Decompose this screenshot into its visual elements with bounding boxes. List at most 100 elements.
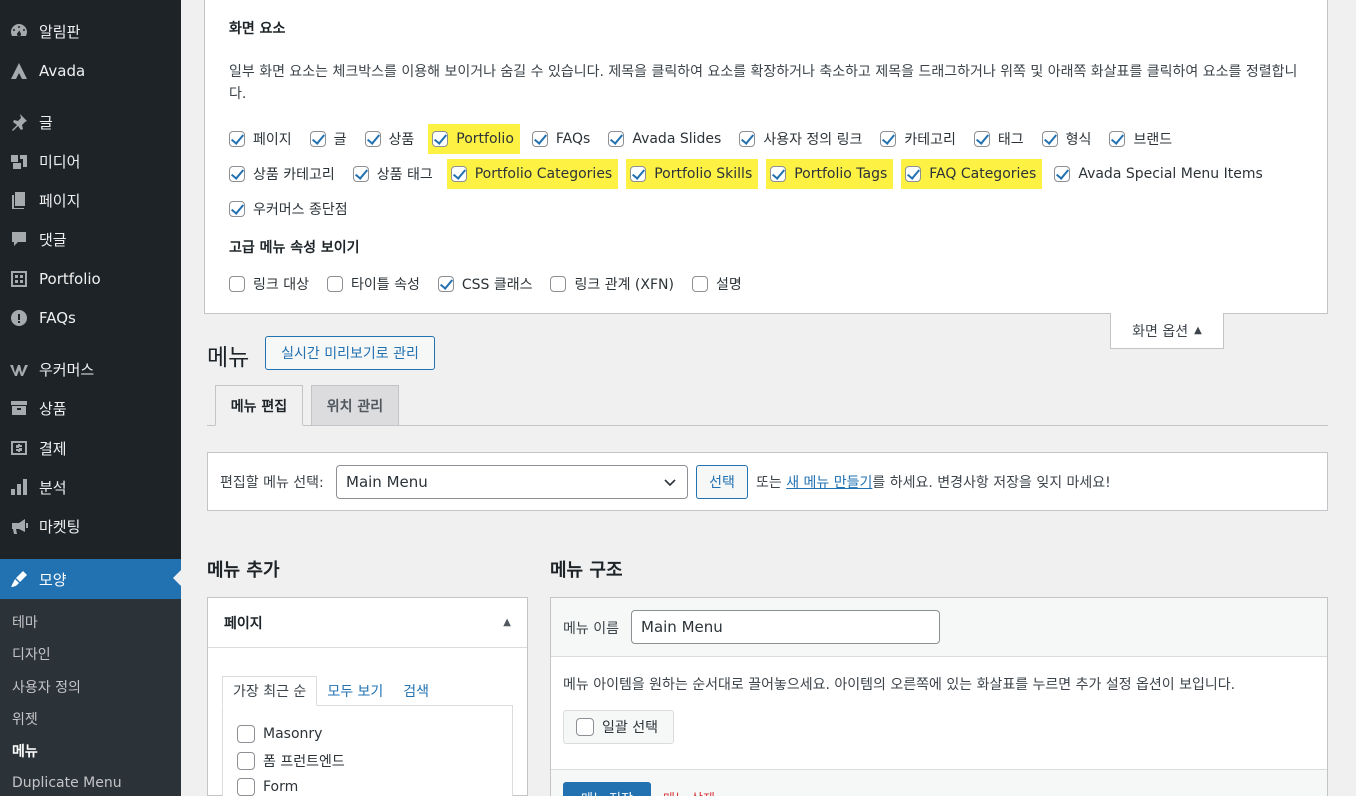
sidebar-item-marketing[interactable]: 마켓팅 xyxy=(0,507,181,545)
checkbox-unchecked[interactable] xyxy=(326,276,343,292)
sidebar-item-posts[interactable]: 글 xyxy=(0,103,181,141)
screen-option-checkbox[interactable]: FAQ Categories xyxy=(901,159,1043,189)
sidebar-item-appearance[interactable]: 모양 xyxy=(0,559,181,599)
screen-option-checkbox[interactable]: 상품 태그 xyxy=(352,162,433,186)
create-new-menu-link[interactable]: 새 메뉴 만들기 xyxy=(786,475,872,491)
screen-option-checkbox[interactable]: 브랜드 xyxy=(1109,127,1172,151)
menu-name-input[interactable]: Main Menu xyxy=(631,610,940,644)
checkbox[interactable] xyxy=(237,752,255,770)
checkbox[interactable] xyxy=(237,778,255,796)
screen-option-checkbox[interactable]: 타이틀 속성 xyxy=(326,272,420,296)
checkbox[interactable] xyxy=(576,718,594,736)
tab-search[interactable]: 검색 xyxy=(393,676,439,706)
submenu-item-themes[interactable]: 테마 xyxy=(12,612,38,632)
checkbox-checked[interactable] xyxy=(770,166,787,182)
sidebar-item-portfolio[interactable]: Portfolio xyxy=(0,260,181,298)
screen-option-checkbox[interactable]: Portfolio Skills xyxy=(626,159,759,189)
bulk-select-label: 일괄 선택 xyxy=(602,720,658,736)
screen-option-checkbox[interactable]: FAQs xyxy=(531,127,590,151)
bulk-select-button[interactable]: 일괄 선택 xyxy=(563,710,674,744)
screen-options-toggle[interactable]: 화면 옵션 ▲ xyxy=(1110,313,1224,349)
save-menu-button[interactable]: 메뉴 저장 xyxy=(563,782,651,796)
screen-option-checkbox[interactable]: 우커머스 종단점 xyxy=(229,197,348,221)
sidebar-item-faqs[interactable]: FAQs xyxy=(0,299,181,337)
checkbox-label: 우커머스 종단점 xyxy=(253,202,348,218)
checkbox-checked[interactable] xyxy=(739,131,756,147)
sidebar-item-avada[interactable]: Avada xyxy=(0,52,181,90)
screen-option-checkbox[interactable]: 상품 xyxy=(364,127,414,151)
sidebar-item-comments[interactable]: 댓글 xyxy=(0,220,181,258)
select-menu-button[interactable]: 선택 xyxy=(696,465,748,499)
checkbox-checked[interactable] xyxy=(229,201,245,217)
checkbox-checked[interactable] xyxy=(352,166,369,182)
screen-option-checkbox[interactable]: Avada Slides xyxy=(608,127,721,151)
screen-option-checkbox[interactable]: Avada Special Menu Items xyxy=(1054,162,1263,186)
screen-option-checkbox[interactable]: 태그 xyxy=(973,127,1024,151)
list-item[interactable]: 폼 프런트엔드 xyxy=(237,751,345,771)
checkbox-label: 상품 카테고리 xyxy=(253,167,335,183)
submenu-item-design[interactable]: 디자인 xyxy=(12,644,51,664)
screen-option-checkbox[interactable]: 글 xyxy=(309,127,347,151)
list-item[interactable]: Form xyxy=(237,778,298,796)
checkbox-unchecked[interactable] xyxy=(691,276,708,292)
checkbox-checked[interactable] xyxy=(531,131,548,147)
sidebar-item-pages[interactable]: 페이지 xyxy=(0,181,181,219)
menu-select-dropdown[interactable]: Main Menu xyxy=(336,465,688,499)
sidebar-item-media[interactable]: 미디어 xyxy=(0,142,181,180)
checkbox-checked[interactable] xyxy=(229,131,245,147)
checkbox-checked[interactable] xyxy=(630,166,647,182)
checkbox-checked[interactable] xyxy=(364,131,381,147)
screen-option-checkbox[interactable]: Portfolio Tags xyxy=(766,159,894,189)
screen-option-checkbox[interactable]: Portfolio xyxy=(428,124,520,154)
menu-select-bar: 편집할 메뉴 선택: Main Menu 선택 또는 새 메뉴 만들기를 하세요… xyxy=(207,452,1328,511)
list-item[interactable]: Masonry xyxy=(237,725,322,743)
screen-option-checkbox[interactable]: 사용자 정의 링크 xyxy=(739,127,862,151)
live-preview-button[interactable]: 실시간 미리보기로 관리 xyxy=(265,336,435,370)
screen-option-checkbox[interactable]: 카테고리 xyxy=(880,127,956,151)
sidebar-item-woocommerce[interactable]: 우커머스 xyxy=(0,350,181,388)
submenu-item-widgets[interactable]: 위젯 xyxy=(12,709,38,729)
screen-option-checkbox[interactable]: CSS 클래스 xyxy=(437,272,532,296)
screen-option-checkbox[interactable]: Portfolio Categories xyxy=(446,159,619,189)
checkbox-checked[interactable] xyxy=(309,131,326,147)
checkbox[interactable] xyxy=(237,725,255,743)
checkbox-checked[interactable] xyxy=(432,131,449,147)
screen-option-checkbox[interactable]: 링크 관계 (XFN) xyxy=(550,272,674,296)
delete-menu-link[interactable]: 메뉴 삭제 xyxy=(663,788,715,796)
checkbox-checked[interactable] xyxy=(880,131,897,147)
checkbox-label: 설명 xyxy=(715,277,742,293)
sidebar-item-payments[interactable]: 결제 xyxy=(0,429,181,467)
pages-accordion-title: 페이지 xyxy=(224,615,263,632)
checkbox-checked[interactable] xyxy=(450,166,467,182)
pages-accordion-header[interactable]: 페이지 ▲ xyxy=(208,598,527,648)
submenu-item-menus[interactable]: 메뉴 xyxy=(12,741,38,761)
create-menu-hint: 또는 새 메뉴 만들기를 하세요. 변경사항 저장을 잊지 마세요! xyxy=(756,472,1111,492)
checkbox-checked[interactable] xyxy=(1054,166,1071,182)
screen-option-checkbox[interactable]: 링크 대상 xyxy=(229,272,309,296)
sidebar-item-analytics[interactable]: 분석 xyxy=(0,468,181,506)
sidebar-item-products[interactable]: 상품 xyxy=(0,389,181,427)
checkbox-unchecked[interactable] xyxy=(229,276,245,292)
screen-option-checkbox[interactable]: 상품 카테고리 xyxy=(229,162,335,186)
checkbox-checked[interactable] xyxy=(608,131,625,147)
tab-edit-menus[interactable]: 메뉴 편집 xyxy=(215,385,303,426)
checkbox-checked[interactable] xyxy=(973,131,990,147)
checkbox-checked[interactable] xyxy=(437,276,454,292)
sidebar-item-dashboard[interactable]: 알림판 xyxy=(0,12,181,50)
screen-option-checkbox[interactable]: 설명 xyxy=(691,272,742,296)
checkbox-unchecked[interactable] xyxy=(550,276,567,292)
submenu-item-duplicate-menu[interactable]: Duplicate Menu xyxy=(12,775,122,791)
checkbox-checked[interactable] xyxy=(229,166,245,182)
checkbox-checked[interactable] xyxy=(1109,131,1126,147)
submenu-item-customize[interactable]: 사용자 정의 xyxy=(12,677,81,697)
menu-structure-description: 메뉴 아이템을 원하는 순서대로 끌어놓으세요. 아이템의 오른쪽에 있는 화살… xyxy=(563,677,1236,693)
tab-manage-locations[interactable]: 위치 관리 xyxy=(311,385,399,426)
checkbox-checked[interactable] xyxy=(905,166,922,182)
tab-most-recent[interactable]: 가장 최근 순 xyxy=(222,676,318,706)
admin-sidebar: 알림판 Avada 글 미디어 페이지 댓글 Portfolio FAQs 우커… xyxy=(0,0,181,796)
screen-option-checkbox[interactable]: 형식 xyxy=(1041,127,1091,151)
triangle-up-icon: ▲ xyxy=(1194,325,1202,336)
checkbox-checked[interactable] xyxy=(1041,131,1058,147)
tab-view-all[interactable]: 모두 보기 xyxy=(317,676,393,706)
screen-option-checkbox[interactable]: 페이지 xyxy=(229,127,292,151)
